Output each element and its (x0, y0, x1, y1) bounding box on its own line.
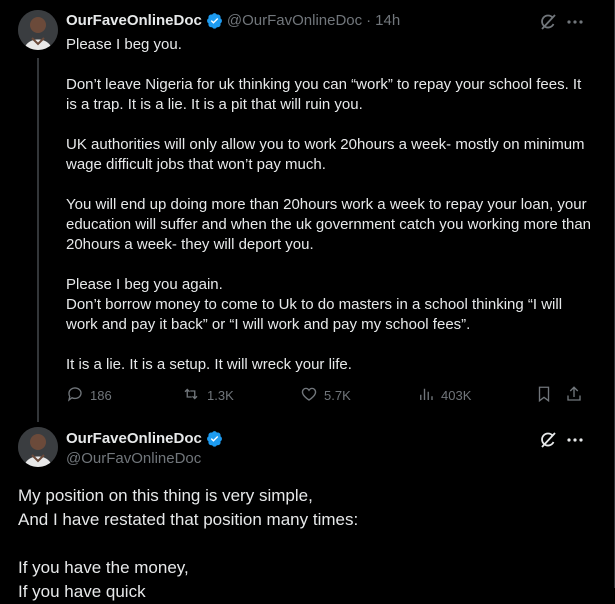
thread-connector-line (37, 58, 39, 422)
tweet-paragraph: And I have restated that position many t… (18, 510, 359, 529)
display-name[interactable]: OurFaveOnlineDoc (66, 430, 202, 447)
views-count: 403K (441, 388, 472, 403)
tweet-text: Please I beg you. Don’t leave Nigeria fo… (66, 35, 596, 375)
separator-dot: · (366, 12, 372, 29)
tweet-paragraph: If you have the money, (18, 558, 189, 577)
verified-badge-icon (206, 12, 223, 29)
handle[interactable]: @OurFavOnlineDoc (66, 450, 201, 467)
handle[interactable]: @OurFavOnlineDoc (227, 12, 362, 29)
reply-button[interactable]: 186 (66, 385, 112, 406)
avatar[interactable] (18, 10, 58, 50)
bookmark-button[interactable] (535, 385, 559, 406)
views-icon (417, 385, 441, 406)
tweet-paragraph: If you have quick (18, 582, 146, 601)
repost-count: 1.3K (207, 388, 234, 403)
tweet-paragraph: Please I beg you again. (66, 276, 223, 293)
more-icon[interactable] (565, 430, 585, 450)
bookmark-icon (535, 385, 559, 406)
tweet-actions: 186 1.3K 5.7K 403K (66, 385, 586, 407)
tweet-paragraph: My position on this thing is very simple… (18, 486, 313, 505)
tweet-paragraph: Please I beg you. (66, 36, 182, 53)
tweet-header: OurFaveOnlineDoc (66, 430, 227, 447)
more-icon[interactable] (565, 12, 585, 32)
tweet-paragraph: Don’t borrow money to come to Uk to do m… (66, 296, 563, 333)
tweet-text: My position on this thing is very simple… (18, 484, 598, 604)
repost-button[interactable]: 1.3K (181, 385, 234, 406)
like-button[interactable]: 5.7K (300, 385, 351, 406)
avatar[interactable] (18, 427, 58, 467)
reply-icon (66, 385, 90, 406)
share-icon (565, 385, 589, 406)
views-button[interactable]: 403K (417, 385, 471, 406)
verified-badge-icon (206, 430, 223, 447)
tweet-paragraph: It is a lie. It is a setup. It will wrec… (66, 356, 352, 373)
like-icon (300, 385, 324, 406)
display-name[interactable]: OurFaveOnlineDoc (66, 12, 202, 29)
share-button[interactable] (565, 385, 589, 406)
like-count: 5.7K (324, 388, 351, 403)
grok-icon[interactable] (538, 12, 558, 32)
reply-count: 186 (90, 388, 112, 403)
timestamp[interactable]: 14h (375, 12, 400, 29)
repost-icon (181, 385, 207, 406)
tweet-paragraph: UK authorities will only allow you to wo… (66, 136, 585, 173)
tweet-header: OurFaveOnlineDoc @OurFavOnlineDoc · 14h (66, 12, 400, 29)
grok-icon[interactable] (538, 430, 558, 450)
tweet-paragraph: You will end up doing more than 20hours … (66, 196, 592, 253)
tweet-paragraph: Don’t leave Nigeria for uk thinking you … (66, 76, 582, 113)
